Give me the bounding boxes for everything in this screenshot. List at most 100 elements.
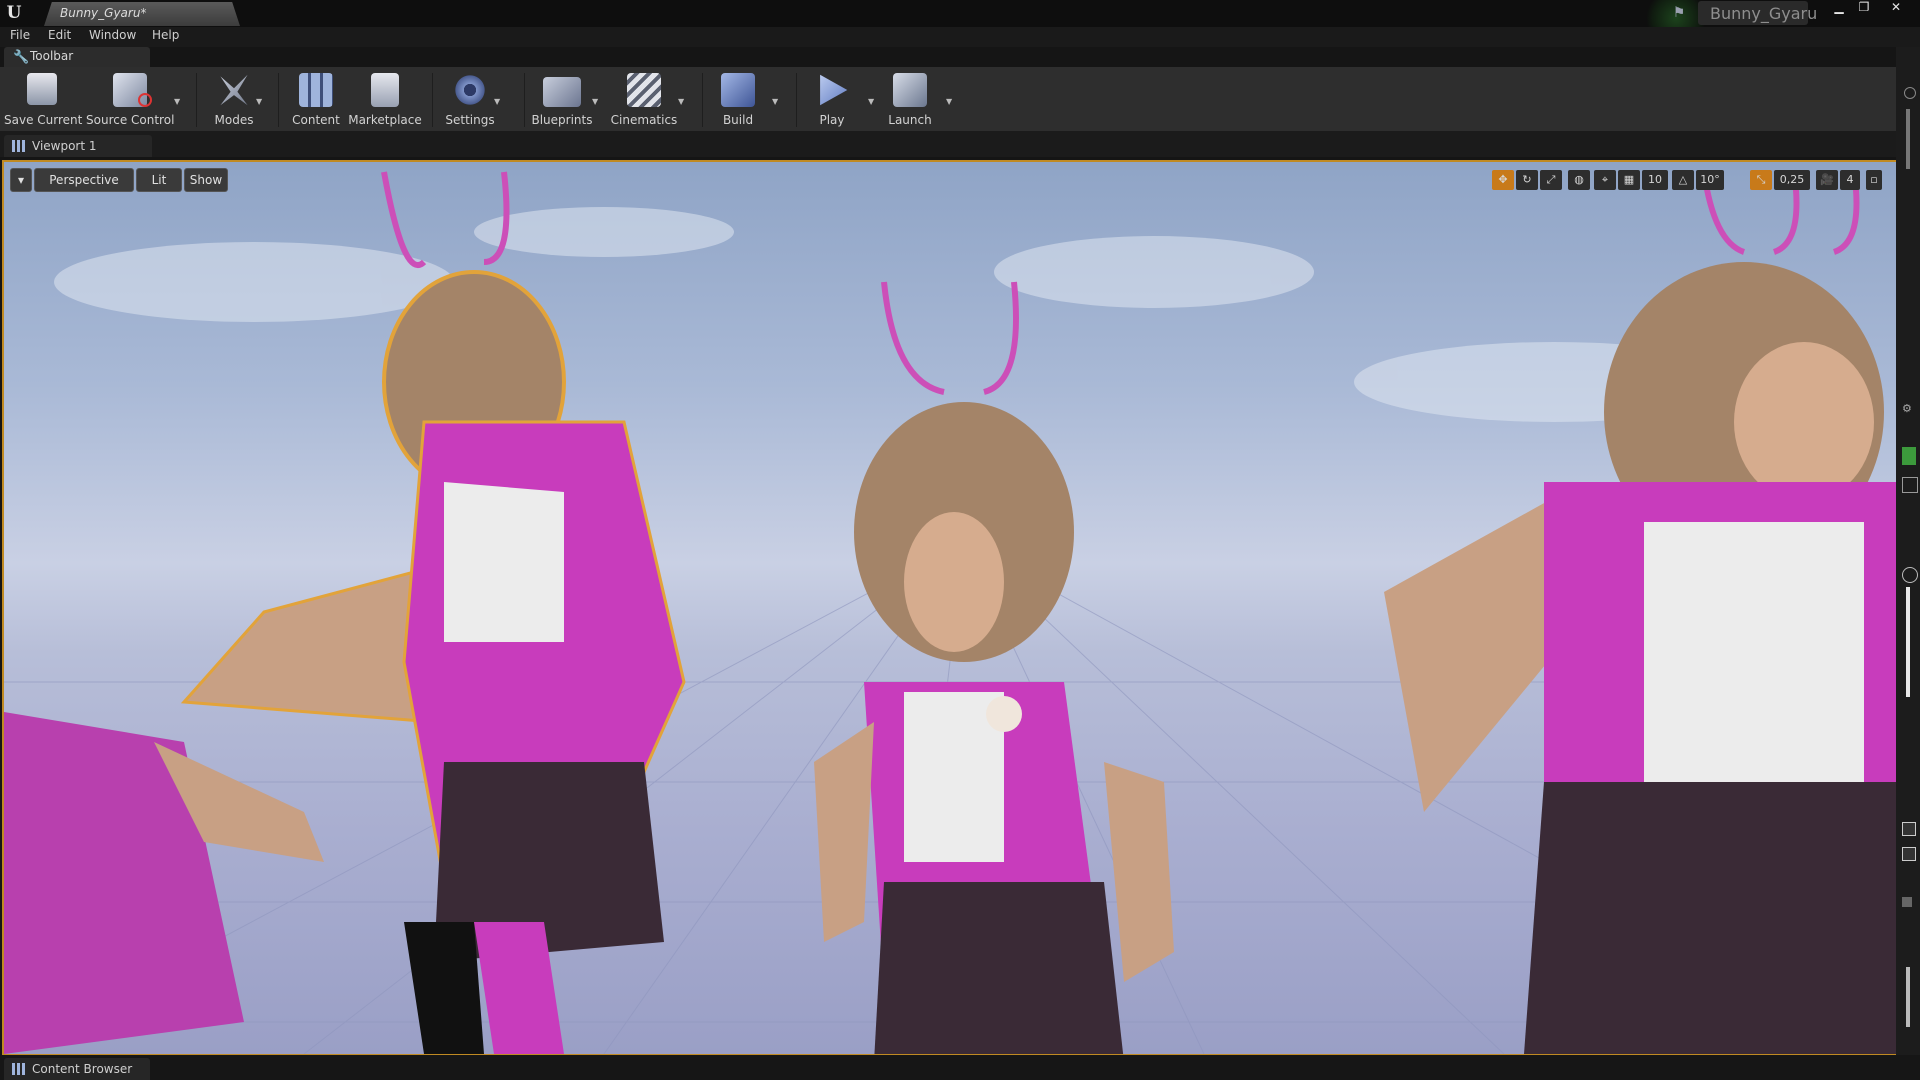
scale-snap-value[interactable]: 0,25 <box>1774 170 1810 190</box>
viewport-scene <box>4 171 1896 1054</box>
scrollbar[interactable] <box>1906 109 1910 169</box>
sky-clouds <box>54 207 1754 422</box>
viewport-options-dropdown[interactable]: ▾ <box>10 168 32 192</box>
blueprints-button[interactable]: Blueprints <box>530 71 594 129</box>
world-space-icon[interactable]: ◍ <box>1568 170 1590 190</box>
surface-snap-icon[interactable]: ⌖ <box>1594 170 1616 190</box>
checkbox[interactable] <box>1902 847 1916 861</box>
menu-help[interactable]: Help <box>152 28 179 42</box>
restore-icon[interactable]: ❐ <box>1852 0 1876 16</box>
tab-toolbar-label: Toolbar <box>30 49 74 63</box>
lock-icon[interactable] <box>1902 477 1918 493</box>
unreal-logo-icon[interactable]: U <box>2 2 26 24</box>
settings-label: Settings <box>445 113 495 127</box>
flag-icon[interactable]: ⚑ <box>1670 4 1688 22</box>
modes-label: Modes <box>214 113 254 127</box>
toolbar-separator <box>196 73 197 127</box>
build-icon <box>721 73 755 107</box>
blueprints-dropdown[interactable]: ▼ <box>592 97 600 106</box>
build-label: Build <box>722 113 754 127</box>
main-toolbar: Save Current Source Control ▼ Modes ▼ Co… <box>0 67 1896 131</box>
tab-viewport-1[interactable]: Viewport 1 <box>4 135 152 157</box>
toolbar-separator <box>278 73 279 127</box>
tab-toolbar[interactable]: 🔧 Toolbar <box>4 47 150 67</box>
maximize-viewport-icon[interactable]: ▫ <box>1866 170 1882 190</box>
camera-speed-value[interactable]: 4 <box>1840 170 1860 190</box>
settings-icon[interactable]: ⚙ <box>1902 402 1916 416</box>
marketplace-button[interactable]: Marketplace <box>348 71 422 129</box>
save-icon <box>27 73 57 105</box>
perspective-label: Perspective <box>49 173 119 187</box>
play-button[interactable]: Play <box>804 71 860 129</box>
search-icon[interactable] <box>1902 567 1918 583</box>
menu-file[interactable]: File <box>10 28 30 42</box>
lit-button[interactable]: Lit <box>136 168 182 192</box>
character-center <box>814 281 1174 1054</box>
modes-button[interactable]: Modes <box>204 71 264 129</box>
rotation-snap-icon[interactable]: △ <box>1672 170 1694 190</box>
settings-dropdown[interactable]: ▼ <box>494 97 502 106</box>
marketplace-label: Marketplace <box>348 113 422 127</box>
settings-icon <box>453 73 487 107</box>
viewport-tab-row: Viewport 1 <box>0 131 1896 157</box>
translate-mode-icon[interactable]: ✥ <box>1492 170 1514 190</box>
project-name-badge: Bunny_Gyaru <box>1698 1 1817 25</box>
add-component-icon[interactable] <box>1902 447 1916 465</box>
scale-snap-icon[interactable]: ⤡ <box>1750 170 1772 190</box>
camera-speed-icon[interactable]: 🎥 <box>1816 170 1838 190</box>
source-control-dropdown[interactable]: ▼ <box>174 97 182 106</box>
launch-button[interactable]: Launch <box>880 71 940 129</box>
play-label: Play <box>819 113 845 127</box>
launch-icon <box>893 73 927 107</box>
menu-edit[interactable]: Edit <box>48 28 71 42</box>
content-icon <box>299 73 333 107</box>
save-current-button[interactable]: Save Current <box>4 71 83 129</box>
minimize-icon[interactable]: ▁ <box>1827 0 1851 16</box>
wrench-icon: 🔧 <box>13 50 30 65</box>
scale-mode-icon[interactable]: ⤢ <box>1540 170 1562 190</box>
source-control-label: Source Control <box>86 113 175 127</box>
rotation-snap-value[interactable]: 10° <box>1696 170 1724 190</box>
close-icon[interactable]: ✕ <box>1884 0 1908 16</box>
project-name: Bunny_Gyaru <box>1710 4 1818 23</box>
checkbox[interactable] <box>1902 822 1916 836</box>
title-bar: U Bunny_Gyaru* ⚑ Bunny_Gyaru ▁ ❐ ✕ <box>0 0 1920 48</box>
toolbar-tab-row: 🔧 Toolbar <box>0 47 1896 67</box>
document-tab[interactable]: Bunny_Gyaru* <box>44 2 240 26</box>
scrollbar[interactable] <box>1906 587 1910 697</box>
source-control-button[interactable]: Source Control <box>86 71 174 129</box>
menu-window[interactable]: Window <box>89 28 136 42</box>
modes-dropdown[interactable]: ▼ <box>256 97 264 106</box>
toolbar-separator <box>524 73 525 127</box>
show-label: Show <box>189 173 223 187</box>
launch-dropdown[interactable]: ▼ <box>946 97 954 106</box>
build-button[interactable]: Build <box>710 71 766 129</box>
bottom-dock: Content Browser <box>0 1055 1920 1080</box>
tab-content-browser[interactable]: Content Browser <box>4 1058 150 1080</box>
tab-viewport-label: Viewport 1 <box>32 139 97 153</box>
perspective-button[interactable]: Perspective <box>34 168 134 192</box>
no-connection-icon <box>138 93 152 107</box>
rotate-mode-icon[interactable]: ↻ <box>1516 170 1538 190</box>
level-viewport[interactable]: ▾ Perspective Lit Show ✥ ↻ ⤢ ◍ ⌖ ▦ 10 △ … <box>2 160 1898 1056</box>
search-icon[interactable] <box>1904 87 1916 99</box>
toolbar-separator <box>796 73 797 127</box>
checkbox[interactable] <box>1902 897 1912 907</box>
build-dropdown[interactable]: ▼ <box>772 97 780 106</box>
play-dropdown[interactable]: ▼ <box>868 97 876 106</box>
cinematics-icon <box>627 73 661 107</box>
save-current-label: Save Current <box>4 113 83 127</box>
scrollbar[interactable] <box>1906 967 1910 1027</box>
grid-snap-value[interactable]: 10 <box>1642 170 1668 190</box>
cinematics-button[interactable]: Cinematics <box>608 71 680 129</box>
grid-snap-icon[interactable]: ▦ <box>1618 170 1640 190</box>
content-button[interactable]: Content <box>286 71 346 129</box>
play-icon <box>820 74 848 106</box>
modes-icon <box>220 74 248 106</box>
show-button[interactable]: Show <box>184 168 228 192</box>
cinematics-dropdown[interactable]: ▼ <box>678 97 686 106</box>
lit-label: Lit <box>151 173 167 187</box>
character-right <box>1384 171 1896 1054</box>
settings-button[interactable]: Settings <box>440 71 500 129</box>
marketplace-icon <box>371 73 399 107</box>
